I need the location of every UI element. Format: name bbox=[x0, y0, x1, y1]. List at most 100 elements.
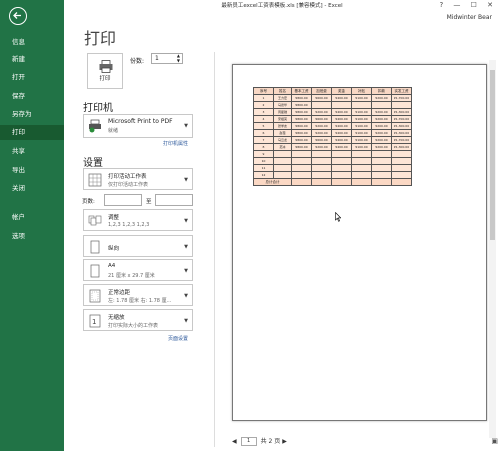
collate-select[interactable]: 调整 1,2,3 1,2,3 1,2,3 ▼ bbox=[83, 209, 193, 231]
scaling-select[interactable]: 1 无缩放 打印实际大小的工作表 ▼ bbox=[83, 309, 193, 331]
back-button[interactable] bbox=[9, 7, 27, 25]
header-cell: 扣款 bbox=[371, 87, 392, 95]
table-row: 12 bbox=[253, 171, 412, 179]
current-page-input[interactable]: 1 bbox=[240, 437, 257, 446]
cell bbox=[371, 101, 392, 109]
copies-label: 份数: bbox=[130, 58, 145, 65]
table-row: 7 马云龙 ¥800.00 ¥600.00 ¥400.00 ¥100.00 ¥200.00 ¥… bbox=[253, 136, 412, 144]
cell: 3 bbox=[253, 108, 274, 116]
print-button[interactable]: 打印 bbox=[87, 53, 123, 89]
chevron-down-icon: ▼ bbox=[184, 293, 188, 299]
zoom-to-page-icon[interactable]: ▣ bbox=[491, 437, 498, 445]
nav-save-as[interactable]: 另存为 bbox=[0, 107, 64, 122]
nav-info[interactable]: 信息 bbox=[0, 35, 64, 50]
page-setup-link[interactable]: 页面设置 bbox=[168, 335, 188, 342]
cell bbox=[273, 171, 292, 179]
window-controls[interactable]: ? — ☐ ✕ bbox=[439, 1, 497, 9]
header-cell: 序号 bbox=[253, 87, 274, 95]
cell: ¥400.00 bbox=[331, 115, 352, 123]
user-name[interactable]: Midwinter Bear bbox=[447, 14, 492, 21]
table-row: 8 范冰 ¥800.00 ¥200.00 ¥400.00 ¥100.00 ¥200.00 ¥1… bbox=[253, 143, 412, 151]
cell bbox=[331, 157, 352, 165]
cell bbox=[391, 171, 412, 179]
chevron-down-icon: ▼ bbox=[184, 268, 188, 274]
cell bbox=[311, 171, 332, 179]
cell: 4 bbox=[253, 115, 274, 123]
paper-icon bbox=[90, 264, 100, 278]
nav-share[interactable]: 共享 bbox=[0, 144, 64, 159]
backstage-sidebar: 信息 新建 打开 保存 另存为 打印 共享 导出 关闭 帐户 选项 bbox=[0, 0, 64, 451]
cell: ¥1,700.00 bbox=[391, 94, 412, 102]
nav-print[interactable]: 打印 bbox=[0, 125, 64, 140]
cell bbox=[291, 178, 312, 186]
pages-label: 页数: bbox=[82, 199, 95, 205]
cell bbox=[311, 101, 332, 109]
page-total: 共 2 页 bbox=[260, 438, 281, 445]
cell: ¥200.00 bbox=[311, 122, 332, 130]
preview-scrollbar[interactable] bbox=[489, 60, 496, 438]
copies-stepper[interactable]: 1 ▲ ▼ bbox=[151, 53, 183, 64]
header-cell: 基本工资 bbox=[291, 87, 312, 95]
cell bbox=[351, 178, 372, 186]
scrollbar-thumb[interactable] bbox=[490, 70, 495, 240]
chevron-down-icon: ▼ bbox=[184, 123, 188, 129]
orientation-select[interactable]: 纵向 ▼ bbox=[83, 235, 193, 257]
cell: ¥100.00 bbox=[351, 136, 372, 144]
cell: 12 bbox=[253, 171, 274, 179]
cell: ¥100.00 bbox=[351, 115, 372, 123]
nav-open[interactable]: 打开 bbox=[0, 70, 64, 85]
nav-export[interactable]: 导出 bbox=[0, 163, 64, 178]
cell: ¥800.00 bbox=[291, 143, 312, 151]
cell bbox=[273, 150, 292, 158]
spinner-icon[interactable]: ▲ ▼ bbox=[177, 53, 180, 63]
cell bbox=[351, 150, 372, 158]
cell bbox=[391, 101, 412, 109]
cell: ¥800.00 bbox=[291, 115, 312, 123]
cell: 1 bbox=[253, 94, 274, 102]
page-to-input[interactable] bbox=[155, 194, 193, 206]
print-what-select[interactable]: 打印活动工作表 仅打印活动工作表 ▼ bbox=[83, 168, 193, 190]
cell: ¥200.00 bbox=[371, 136, 392, 144]
cell: 9 bbox=[253, 150, 274, 158]
cell: ¥1,300.00 bbox=[391, 122, 412, 130]
next-page-icon[interactable]: ▶ bbox=[282, 438, 287, 445]
cell bbox=[371, 164, 392, 172]
cell bbox=[371, 171, 392, 179]
print-button-label: 打印 bbox=[99, 76, 111, 82]
cell: ¥400.00 bbox=[331, 122, 352, 130]
nav-close[interactable]: 关闭 bbox=[0, 181, 64, 196]
cell bbox=[331, 178, 352, 186]
cell: 11 bbox=[253, 164, 274, 172]
total-row: 总计合计 bbox=[253, 178, 412, 186]
paper-main: A4 bbox=[108, 263, 116, 269]
table-row: 6 赵薇 ¥800.00 ¥200.00 ¥400.00 ¥100.00 ¥200.00 ¥1… bbox=[253, 129, 412, 137]
cell: 马云龙 bbox=[273, 136, 292, 144]
nav-new[interactable]: 新建 bbox=[0, 52, 64, 67]
cell: 张学友 bbox=[273, 122, 292, 130]
cell: ¥200.00 bbox=[311, 143, 332, 151]
cell bbox=[371, 178, 392, 186]
printer-name: Microsoft Print to PDF bbox=[108, 118, 173, 125]
copies-value: 1 bbox=[155, 55, 159, 62]
prev-page-icon[interactable]: ◀ bbox=[232, 438, 237, 445]
printer-select[interactable]: Microsoft Print to PDF 就绪 ▼ bbox=[83, 114, 193, 138]
cell bbox=[331, 171, 352, 179]
paper-size-select[interactable]: A4 21 厘米 x 29.7 厘米 ▼ bbox=[83, 259, 193, 281]
nav-options[interactable]: 选项 bbox=[0, 229, 64, 244]
table-row: 1 王力宏 ¥800.00 ¥600.00 ¥400.00 ¥100.00 ¥200.00 ¥… bbox=[253, 94, 412, 102]
cell: 周星驰 bbox=[273, 108, 292, 116]
margins-select[interactable]: 正常边距 左: 1.78 厘米 右: 1.78 厘... ▼ bbox=[83, 284, 193, 306]
table-row: 3 周星驰 ¥800.00 ¥200.00 ¥400.00 ¥100.00 ¥200.00 ¥… bbox=[253, 108, 412, 116]
cell: ¥800.00 bbox=[291, 136, 312, 144]
cell: ¥200.00 bbox=[371, 122, 392, 130]
page-from-input[interactable] bbox=[104, 194, 142, 206]
header-cell: 实发工资 bbox=[391, 87, 412, 95]
printer-properties-link[interactable]: 打印机属性 bbox=[163, 140, 188, 147]
chevron-down-icon: ▼ bbox=[184, 177, 188, 183]
scaling-icon: 1 bbox=[89, 314, 101, 328]
nav-save[interactable]: 保存 bbox=[0, 89, 64, 104]
nav-account[interactable]: 帐户 bbox=[0, 210, 64, 225]
cell: ¥200.00 bbox=[371, 108, 392, 116]
cell: 2 bbox=[253, 101, 274, 109]
chevron-down-icon: ▼ bbox=[184, 244, 188, 250]
